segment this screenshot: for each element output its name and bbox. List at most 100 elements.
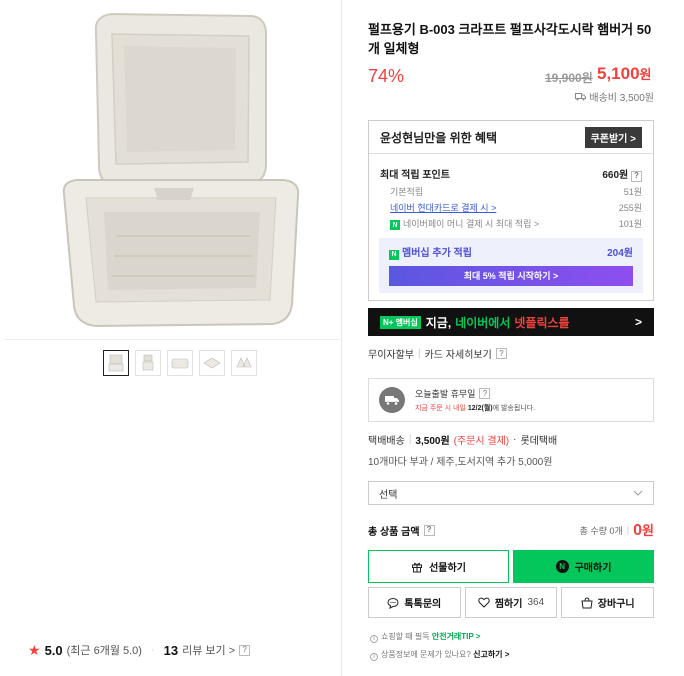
thumbnail-5[interactable] — [231, 350, 257, 376]
thumbnail-2[interactable] — [135, 350, 161, 376]
help-icon[interactable]: ? — [423, 524, 435, 536]
membership-cta-button[interactable]: 최대 5% 적립 시작하기 > — [389, 265, 633, 286]
shipping-info: 택배배송 | 3,500원 (주문시 결제) · 롯데택배 10개마다 부과 / … — [368, 432, 557, 468]
buy-label: 구매하기 — [574, 563, 612, 574]
note-line-1: i 쇼핑할 때 필독 안전거래TIP > — [370, 628, 509, 646]
benefit-header: 윤성현님만을 위한 혜택 쿠폰받기 > — [369, 121, 653, 154]
points-row-npay: N 네이버페이 머니 결제 시 최대 적립 > 101원 — [369, 217, 653, 230]
help-icon[interactable]: ? — [495, 348, 507, 359]
divider: | — [418, 348, 421, 359]
rating-recent: (최근 6개월 5.0) — [66, 645, 142, 657]
cart-label: 장바구니 — [597, 599, 635, 610]
heart-icon — [478, 597, 490, 608]
max-points-label: 최대 적립 포인트 — [380, 170, 450, 181]
rating-summary: ★ 5.0 (최근 6개월 5.0) · 13 리뷰 보기 > ? — [28, 642, 251, 658]
delivery-notice-box: 오늘출발 휴무일 ? 지금 주문 시 내일 12/2(월)에 발송됩니다. — [368, 378, 654, 422]
chevron-right-icon: > — [634, 315, 642, 329]
thumbnail-1[interactable] — [103, 350, 129, 376]
thumbnail-3[interactable] — [167, 350, 193, 376]
gift-button[interactable]: 선물하기 — [368, 550, 509, 583]
total-amount-unit: 원 — [642, 523, 654, 538]
installment-label[interactable]: 무이자할부 — [368, 346, 414, 361]
shipping-extra: 10개마다 부과 / 제주,도서지역 추가 5,000원 — [368, 457, 553, 468]
rating-score: 5.0 — [44, 642, 63, 658]
sale-price-unit: 원 — [639, 67, 652, 82]
divider: | — [626, 525, 630, 535]
review-count: 13 — [163, 642, 179, 658]
option-select-value: 선택 — [379, 489, 398, 501]
points-row-card: 네이버 현대카드로 결제 시 > 255원 — [369, 201, 653, 214]
total-label: 총 상품 금액? — [368, 523, 435, 538]
purchase-buttons: 선물하기 N 구매하기 — [368, 550, 654, 583]
points-row-value: 101원 — [618, 218, 642, 229]
max-points-amount: 660원 — [602, 170, 629, 181]
delivery-notice: 지금 주문 시 내일 12/2(월)에 발송됩니다. — [415, 403, 535, 413]
cart-button[interactable]: 장바구니 — [561, 587, 655, 618]
thumbnail-4[interactable] — [199, 350, 225, 376]
benefit-title: 윤성현님만을 위한 혜택 — [380, 130, 498, 145]
safety-tip-link[interactable]: 안전거래TIP > — [432, 632, 481, 641]
help-icon[interactable]: ? — [479, 388, 491, 399]
npay-icon: N — [555, 560, 569, 573]
membership-value: 204원 — [607, 248, 633, 259]
review-link[interactable]: 리뷰 보기 > — [182, 642, 235, 658]
total-row: 총 상품 금액? 총 수량 0개 | 0원 — [368, 520, 654, 540]
chat-icon — [387, 597, 399, 609]
divider: · — [150, 644, 155, 656]
max-points-value: 660원 ? — [602, 166, 642, 182]
thumbnail-strip — [103, 350, 257, 376]
membership-row: N 멤버십 추가 적립 204원 — [389, 244, 633, 260]
report-link[interactable]: 신고하기 > — [473, 650, 509, 659]
sale-price: 5,100원 — [597, 64, 652, 84]
points-row-basic: 기본적립 51원 — [369, 185, 653, 198]
buy-button[interactable]: N 구매하기 — [513, 550, 654, 583]
divider-dot: · — [513, 434, 517, 445]
npay-icon: N — [390, 220, 400, 230]
nplus-badge: N+ 멤버십 — [380, 315, 421, 329]
points-row-value: 255원 — [618, 202, 642, 213]
total-amount-value: 0 — [633, 522, 643, 539]
shipping-pay: (주문시 결제) — [453, 436, 510, 447]
info-icon: i — [370, 653, 378, 661]
total-label-text: 총 상품 금액 — [368, 526, 420, 538]
inquiry-button[interactable]: 톡톡문의 — [368, 587, 461, 618]
points-row-label: 네이버페이 머니 결제 시 최대 적립 > — [403, 218, 540, 229]
truck-icon — [379, 387, 405, 413]
truck-small-icon — [575, 92, 587, 100]
promo-banner[interactable]: N+ 멤버십 지금, 네이버에서 넷플릭스를 > — [368, 308, 654, 336]
cart-icon — [581, 596, 593, 608]
product-image-panel: ★ 5.0 (최근 6개월 5.0) · 13 리뷰 보기 > ? — [0, 0, 342, 676]
delivery-notice-rest: 에 발송됩니다. — [492, 405, 536, 412]
points-row-label[interactable]: 네이버 현대카드로 결제 시 > — [380, 201, 496, 214]
membership-box: N 멤버십 추가 적립 204원 최대 5% 적립 시작하기 > — [379, 238, 643, 293]
original-price: 19,900원 — [545, 71, 593, 85]
option-select[interactable]: 선택 — [368, 481, 654, 505]
max-points-row: 최대 적립 포인트 660원 ? — [369, 166, 653, 182]
gift-icon — [412, 562, 423, 572]
delivery-title: 오늘출발 휴무일 ? — [415, 387, 535, 400]
nplus-icon: N — [389, 249, 399, 260]
wish-button[interactable]: 찜하기 364 — [464, 587, 558, 618]
total-amount: 0원 — [633, 520, 654, 540]
delivery-notice-date: 12/2(월) — [467, 405, 493, 412]
delivery-notice-red: 지금 주문 시 내일 — [415, 405, 466, 412]
help-icon[interactable]: ? — [631, 170, 642, 182]
product-main-image[interactable] — [4, 4, 340, 340]
secondary-buttons: 톡톡문의 찜하기 364 장바구니 — [368, 587, 655, 618]
note-line-2: i 상품정보에 문제가 있나요? 신고하기 > — [370, 646, 509, 664]
shipping-fee: 배송비 3,500원 — [575, 89, 654, 104]
product-title: 펄프용기 B-003 크라프트 펄프사각도시락 햄버거 50개 일체형 — [368, 22, 652, 56]
points-row-npay-label[interactable]: N 네이버페이 머니 결제 시 최대 적립 > — [380, 217, 540, 230]
points-row-value: 51원 — [623, 186, 642, 197]
divider: | — [408, 434, 412, 445]
card-detail-link[interactable]: 카드 자세히보기 — [425, 346, 492, 361]
note-1-text: 쇼핑할 때 필독 — [381, 632, 430, 641]
shipping-fee-amount: 3,500원 — [415, 436, 450, 447]
promo-text-2: 네이버에서 — [455, 315, 511, 330]
points-row-label: 기본적립 — [390, 186, 424, 197]
coupon-button[interactable]: 쿠폰받기 > — [584, 126, 642, 148]
help-icon[interactable]: ? — [239, 644, 251, 656]
gift-label: 선물하기 — [429, 563, 466, 574]
membership-label: N 멤버십 추가 적립 — [389, 244, 472, 260]
delivery-title-text: 오늘출발 휴무일 — [415, 389, 476, 399]
